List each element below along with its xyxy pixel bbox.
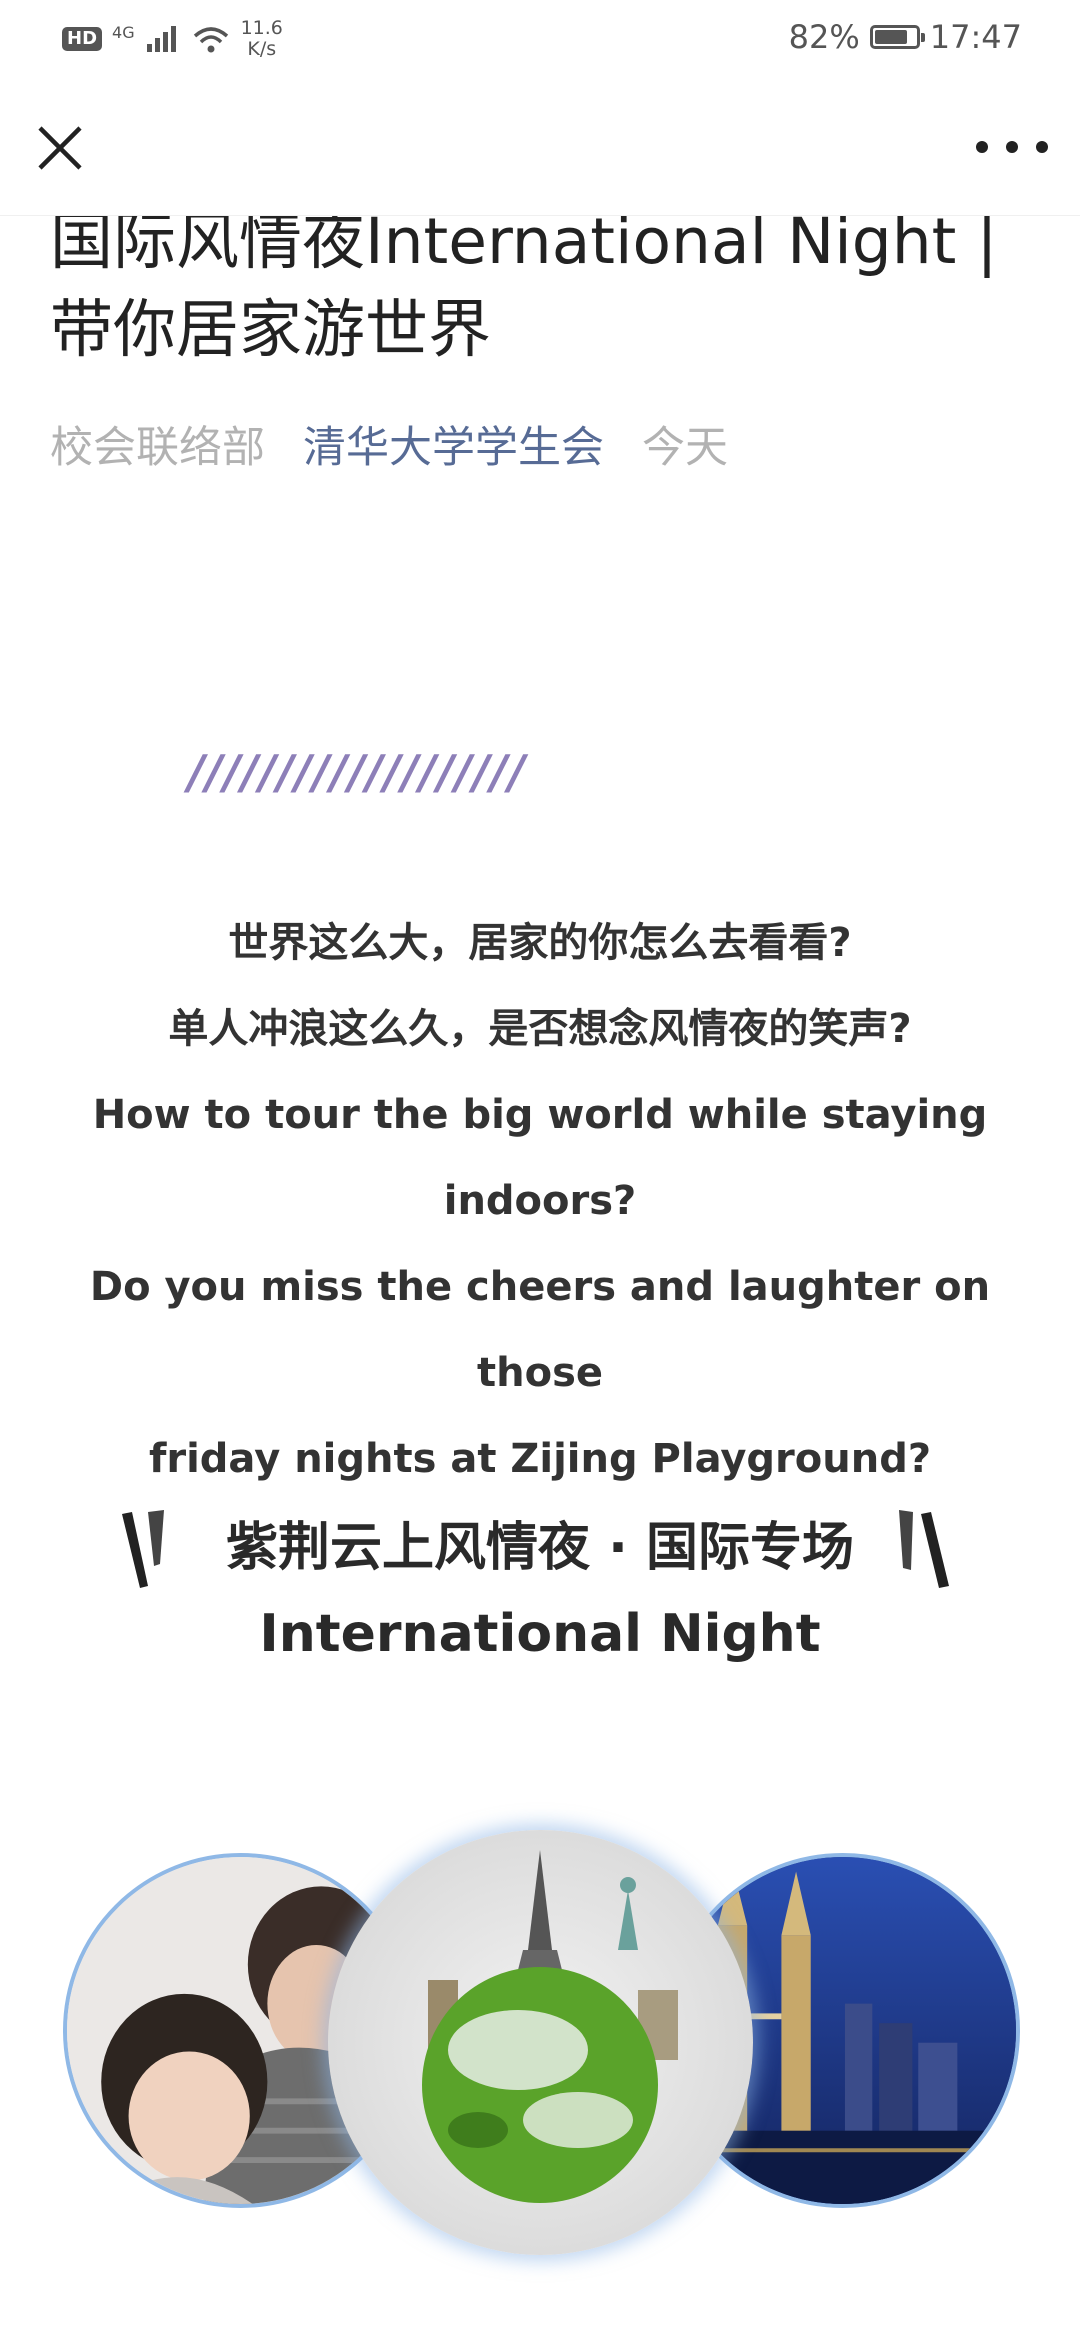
close-icon	[38, 126, 82, 170]
section-title-en: International Night	[259, 1604, 821, 1664]
more-button[interactable]	[976, 122, 1048, 172]
network-type: 4G	[112, 23, 135, 42]
hd-badge: HD	[62, 27, 103, 51]
intro-line: 单人冲浪这么久，是否想念风情夜的笑声?	[168, 1006, 912, 1052]
more-icon-dot	[1006, 141, 1018, 153]
battery-icon	[869, 25, 925, 49]
wifi-icon	[193, 27, 228, 53]
article-meta: 校会联络部 清华大学学生会 今天	[50, 418, 728, 478]
intro-line: friday nights at Zijing Playground?	[148, 1436, 932, 1482]
intro-line: 世界这么大，居家的你怎么去看看?	[228, 920, 852, 966]
top-nav-bar	[0, 80, 1080, 216]
section-heading: 紫荆云上风情夜 · 国际专场 International Night	[0, 1505, 1080, 1677]
intro-text: 世界这么大，居家的你怎么去看看? 单人冲浪这么久，是否想念风情夜的笑声? How…	[50, 900, 1030, 1502]
clock: 17:47	[929, 18, 1022, 56]
battery-percent: 82%	[788, 18, 860, 56]
globe-illustration	[422, 1850, 678, 2203]
globe-landmarks-photo[interactable]	[328, 1830, 753, 2255]
signal-icon	[146, 26, 176, 52]
status-left: HD 4G 11.6 K/s	[62, 18, 283, 60]
intro-line: Do you miss the cheers and laughter on t…	[89, 1264, 991, 1396]
status-bar: HD 4G 11.6 K/s 82% 17:47	[0, 0, 1080, 80]
intro-line: indoors?	[443, 1178, 637, 1224]
more-icon-dot	[1036, 141, 1048, 153]
more-icon	[976, 141, 988, 153]
article-title: 国际风情夜International Night | 带你居家游世界	[50, 205, 998, 366]
speed-unit: K/s	[247, 38, 277, 60]
speed-value: 11.6	[240, 17, 283, 39]
intro-line: How to tour the big world while staying	[92, 1092, 988, 1138]
battery-fill	[874, 30, 907, 44]
status-right: 82% 17:47	[789, 18, 1022, 56]
author-name: 校会联络部	[50, 423, 265, 473]
section-title-cn: 紫荆云上风情夜 · 国际专场	[226, 1518, 854, 1578]
account-link[interactable]: 清华大学学生会	[303, 418, 604, 478]
publish-date: 今天	[642, 423, 728, 473]
decorative-divider: ///////////////////	[188, 745, 527, 799]
close-button[interactable]	[30, 118, 90, 178]
network-speed: 11.6 K/s	[241, 18, 283, 60]
